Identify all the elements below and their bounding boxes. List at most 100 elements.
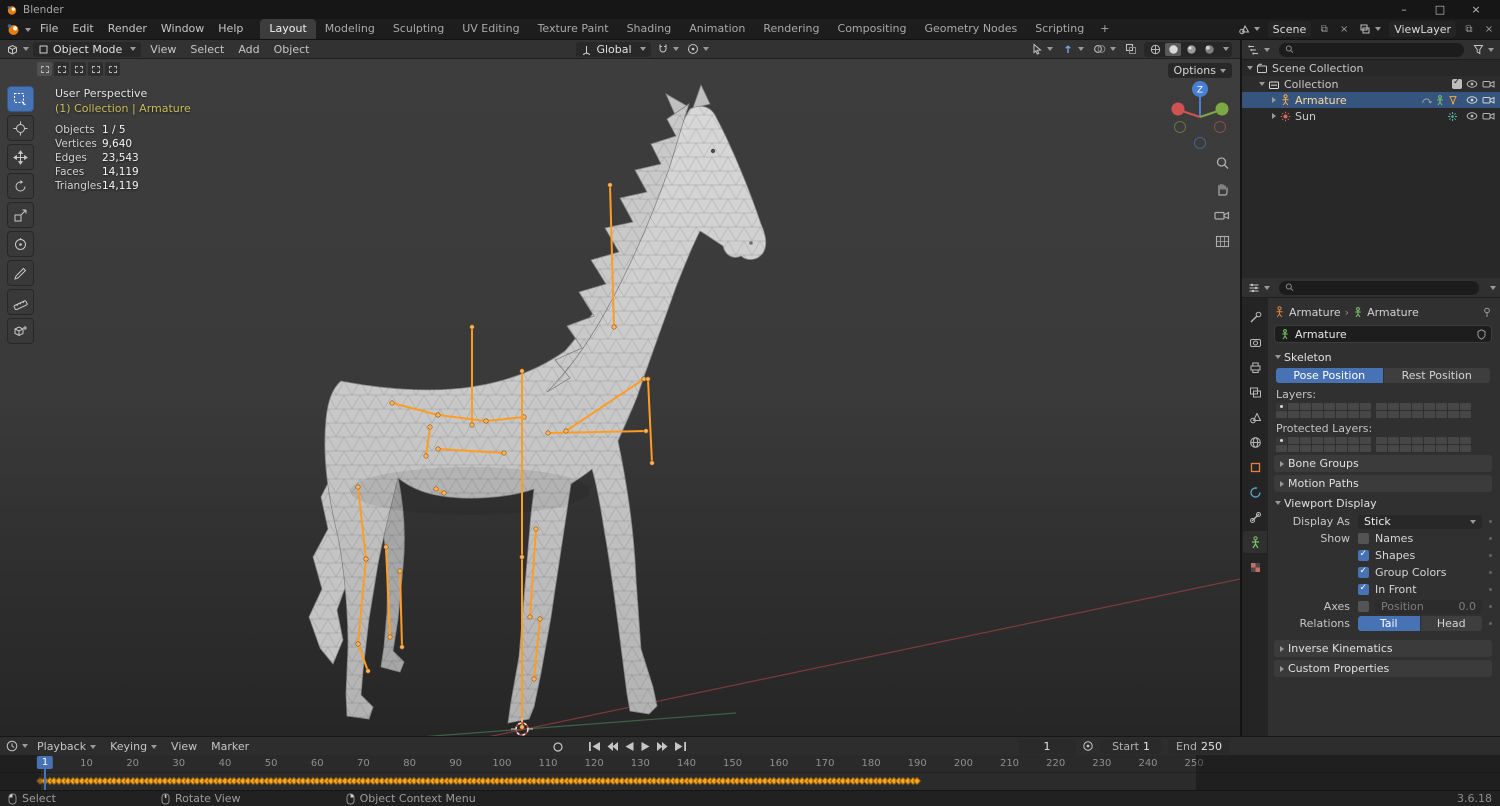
layer-toggle[interactable] [1400, 445, 1411, 452]
select-mode-set-icon[interactable] [37, 62, 52, 76]
bone-joint[interactable] [527, 614, 533, 620]
bone-joint[interactable] [387, 634, 393, 640]
selectability-visibility-dropdown[interactable] [1029, 42, 1055, 57]
layer-toggle[interactable] [1360, 403, 1371, 410]
hide-eye-icon[interactable] [1466, 95, 1478, 105]
bone-joint[interactable] [531, 676, 537, 682]
properties-editor-type-button[interactable] [1246, 280, 1272, 295]
section-bone-groups[interactable]: Bone Groups [1274, 455, 1492, 472]
tab-constraints[interactable] [1243, 506, 1267, 528]
animate-dot[interactable] [1482, 588, 1492, 591]
bone-joint[interactable] [483, 418, 489, 424]
scene-3d[interactable] [0, 59, 1240, 736]
playhead-frame-label[interactable]: 1 [36, 756, 54, 769]
shading-material-button[interactable] [1183, 43, 1199, 56]
viewlayer-name-field[interactable]: ViewLayer [1389, 21, 1456, 37]
layer-toggle[interactable] [1448, 437, 1459, 444]
tool-annotate[interactable] [7, 260, 34, 286]
workspace-tab-texture-paint[interactable]: Texture Paint [529, 19, 618, 39]
layer-toggle[interactable] [1460, 445, 1471, 452]
shading-rendered-button[interactable] [1201, 43, 1217, 56]
remove-viewlayer-button[interactable]: × [1482, 22, 1496, 36]
tab-physics[interactable] [1243, 481, 1267, 503]
animate-dot[interactable] [1482, 554, 1492, 557]
viewport-menu-select[interactable]: Select [183, 40, 231, 59]
frame-start-field[interactable]: Start 1 [1100, 738, 1162, 754]
bone-joint[interactable] [469, 422, 475, 428]
gizmos-dropdown[interactable] [1060, 42, 1086, 57]
layer-toggle[interactable] [1276, 411, 1287, 418]
bone-joint[interactable] [469, 324, 475, 330]
workspace-tab-compositing[interactable]: Compositing [829, 19, 916, 39]
layer-toggle[interactable] [1436, 403, 1447, 410]
tool-transform[interactable] [7, 231, 34, 257]
rest-position-button[interactable]: Rest Position [1383, 368, 1490, 383]
section-inverse-kinematics[interactable]: Inverse Kinematics [1274, 640, 1492, 657]
layer-toggle[interactable] [1424, 403, 1435, 410]
layer-toggle[interactable] [1388, 445, 1399, 452]
layer-toggle[interactable] [1348, 437, 1359, 444]
bone-joint[interactable] [433, 486, 439, 492]
layer-toggle[interactable] [1400, 403, 1411, 410]
viewport-menu-object[interactable]: Object [267, 40, 317, 59]
unlink-scene-button[interactable]: × [1337, 22, 1351, 36]
armature-name-field[interactable]: Armature [1274, 325, 1492, 343]
layer-toggle[interactable] [1288, 445, 1299, 452]
layer-toggle[interactable] [1336, 445, 1347, 452]
playhead[interactable] [44, 767, 46, 790]
tool-add-cube[interactable] [7, 318, 34, 344]
layer-toggle[interactable] [1412, 445, 1423, 452]
bone-joint[interactable] [427, 424, 433, 430]
pin-icon[interactable] [1482, 307, 1492, 318]
layer-toggle[interactable] [1400, 411, 1411, 418]
outliner-row-armature[interactable]: Armature [1242, 92, 1500, 108]
layer-toggle[interactable] [1348, 411, 1359, 418]
menu-edit[interactable]: Edit [65, 19, 100, 38]
layer-toggle[interactable] [1460, 411, 1471, 418]
timeline-menu-playback[interactable]: Playback [30, 737, 103, 756]
blender-menu-button[interactable] [4, 22, 33, 37]
tool-rotate[interactable] [7, 173, 34, 199]
scene-browse-button[interactable] [1236, 22, 1262, 37]
tab-scene[interactable] [1243, 406, 1267, 428]
layer-toggle[interactable] [1276, 437, 1287, 444]
outliner-row-scene-collection[interactable]: Scene Collection [1242, 60, 1500, 76]
new-scene-button[interactable]: ⧉ [1317, 22, 1331, 36]
bone-joint[interactable] [519, 724, 525, 730]
checkbox-group-colors[interactable] [1358, 566, 1369, 578]
menu-help[interactable]: Help [211, 19, 250, 38]
collection-checkbox[interactable] [1452, 77, 1462, 89]
layer-toggle[interactable] [1412, 437, 1423, 444]
gizmo-y-axis[interactable] [1215, 102, 1229, 116]
layer-toggle[interactable] [1360, 445, 1371, 452]
properties-search-input[interactable] [1279, 280, 1479, 295]
layer-toggle[interactable] [1448, 403, 1459, 410]
animate-dot[interactable] [1482, 605, 1492, 608]
layer-toggle[interactable] [1376, 403, 1387, 410]
layer-toggle[interactable] [1324, 403, 1335, 410]
navigation-gizmo[interactable]: Z [1158, 75, 1240, 159]
bone-joint[interactable] [355, 484, 361, 490]
previous-keyframe-button[interactable] [606, 741, 619, 752]
layer-toggle[interactable] [1288, 437, 1299, 444]
section-motion-paths[interactable]: Motion Paths [1274, 475, 1492, 492]
layer-toggle[interactable] [1400, 437, 1411, 444]
bone-joint[interactable] [363, 556, 369, 562]
tab-tool[interactable] [1243, 306, 1267, 328]
timeline-menu-keying[interactable]: Keying [103, 737, 164, 756]
bone-joint[interactable] [397, 568, 403, 574]
tab-render[interactable] [1243, 331, 1267, 353]
layer-toggle[interactable] [1360, 437, 1371, 444]
timeline-editor-type-button[interactable] [4, 739, 30, 754]
layer-toggle[interactable] [1336, 411, 1347, 418]
layer-toggle[interactable] [1312, 403, 1323, 410]
layer-toggle[interactable] [1348, 403, 1359, 410]
select-mode-intersect-icon[interactable] [105, 62, 120, 76]
select-mode-invert-icon[interactable] [88, 62, 103, 76]
bone-joint[interactable] [563, 428, 569, 434]
workspace-tab-scripting[interactable]: Scripting [1026, 19, 1093, 39]
outliner-row-collection[interactable]: Collection [1242, 76, 1500, 92]
animate-dot[interactable] [1482, 520, 1492, 523]
bone-joint[interactable] [441, 490, 447, 496]
outliner-row-sun[interactable]: Sun [1242, 108, 1500, 124]
